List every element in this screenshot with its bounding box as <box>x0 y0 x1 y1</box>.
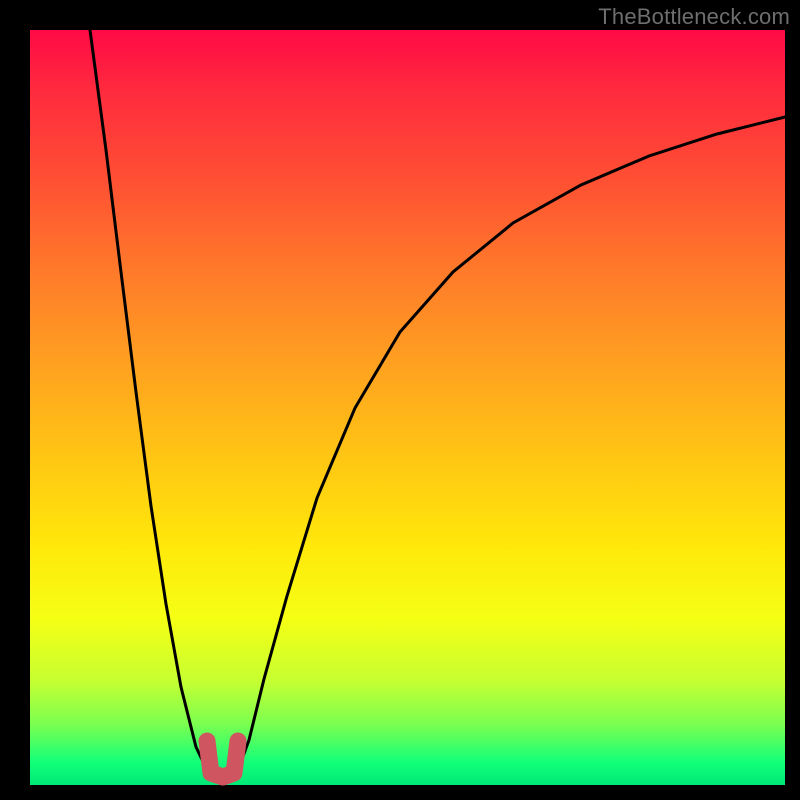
watermark-text: TheBottleneck.com <box>598 4 790 30</box>
curve-layer <box>30 30 785 785</box>
trough-marker <box>207 741 238 777</box>
chart-frame: TheBottleneck.com <box>0 0 800 800</box>
curve-left-branch <box>90 30 207 770</box>
curve-right-branch <box>238 117 785 770</box>
plot-area <box>30 30 785 785</box>
